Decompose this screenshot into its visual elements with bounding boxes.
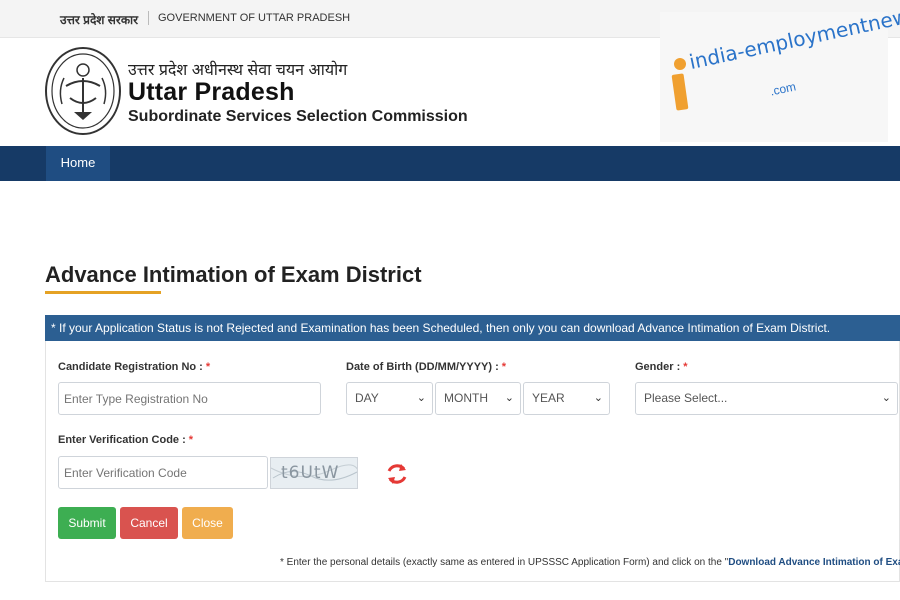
chevron-down-icon: ⌄ bbox=[416, 392, 426, 404]
registration-label: Candidate Registration No : * bbox=[58, 361, 211, 373]
topbar-english-text: GOVERNMENT OF UTTAR PRADESH bbox=[158, 12, 351, 24]
header-subtitle: Subordinate Services Selection Commissio… bbox=[128, 108, 468, 125]
verification-code-input[interactable] bbox=[58, 456, 268, 489]
topbar-divider bbox=[148, 11, 149, 25]
captcha-image: t6UtW bbox=[270, 457, 358, 489]
header-hindi-title: उत्तर प्रदेश अधीनस्थ सेवा चयन आयोग bbox=[128, 62, 348, 79]
gender-select[interactable]: Please Select... ⌄ bbox=[635, 382, 898, 415]
watermark-i-icon bbox=[671, 58, 689, 111]
dob-year-select[interactable]: YEAR ⌄ bbox=[523, 382, 610, 415]
topbar-hindi-text: उत्तर प्रदेश सरकार bbox=[60, 13, 139, 27]
captcha-text: t6UtW bbox=[281, 463, 340, 483]
chevron-down-icon: ⌄ bbox=[504, 392, 514, 404]
up-emblem-icon bbox=[45, 47, 121, 135]
page-title: Advance Intimation of Exam District bbox=[45, 262, 422, 287]
chevron-down-icon: ⌄ bbox=[881, 392, 891, 404]
dob-label: Date of Birth (DD/MM/YYYY) : * bbox=[346, 361, 507, 373]
submit-button[interactable]: Submit bbox=[58, 507, 116, 539]
footnote-text: * Enter the personal details (exactly sa… bbox=[280, 557, 900, 568]
dob-day-value: DAY bbox=[355, 391, 379, 405]
refresh-captcha-icon[interactable] bbox=[384, 461, 410, 487]
dob-day-select[interactable]: DAY ⌄ bbox=[346, 382, 433, 415]
registration-input[interactable] bbox=[58, 382, 321, 415]
footnote-link[interactable]: Download Advance Intimation of Exam Dist… bbox=[728, 557, 900, 568]
gender-value: Please Select... bbox=[644, 391, 728, 405]
dob-month-value: MONTH bbox=[444, 391, 488, 405]
watermark-suffix: .com bbox=[768, 79, 798, 99]
dob-month-select[interactable]: MONTH ⌄ bbox=[435, 382, 521, 415]
gender-label: Gender : * bbox=[635, 361, 688, 373]
watermark-text: india-employmentnews bbox=[687, 1, 900, 74]
footnote-plain: * Enter the personal details (exactly sa… bbox=[280, 557, 729, 568]
main-navbar: Home bbox=[0, 146, 900, 181]
dob-year-value: YEAR bbox=[532, 391, 565, 405]
header-title: Uttar Pradesh bbox=[128, 78, 295, 106]
cancel-button[interactable]: Cancel bbox=[120, 507, 178, 539]
nav-item-home[interactable]: Home bbox=[46, 146, 110, 181]
close-button[interactable]: Close bbox=[182, 507, 233, 539]
verification-label: Enter Verification Code : * bbox=[58, 434, 194, 446]
watermark-logo: india-employmentnews .com bbox=[660, 2, 900, 142]
title-underline bbox=[45, 291, 161, 294]
notice-banner: * If your Application Status is not Reje… bbox=[45, 315, 900, 341]
chevron-down-icon: ⌄ bbox=[593, 392, 603, 404]
